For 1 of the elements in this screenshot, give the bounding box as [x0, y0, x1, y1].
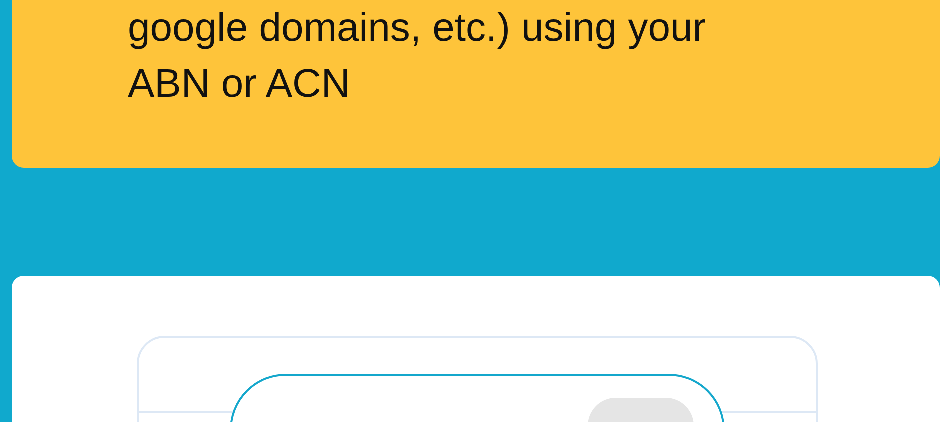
notice-text: google domains, etc.) using your ABN or ACN	[128, 5, 708, 108]
